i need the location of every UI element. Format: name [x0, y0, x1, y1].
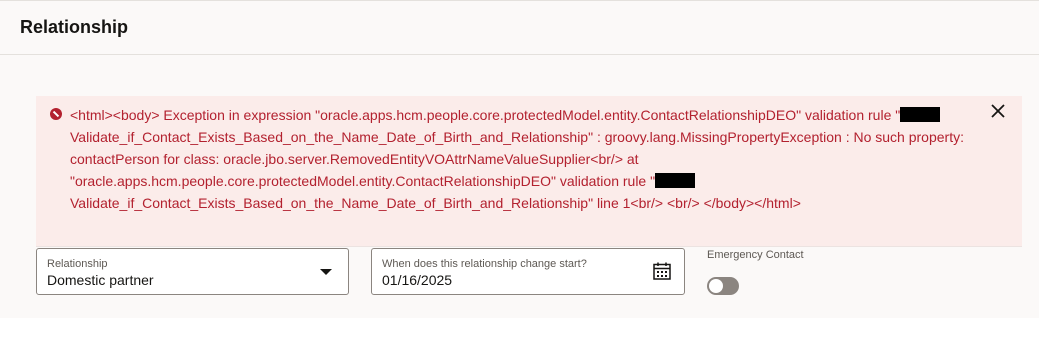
redaction-box	[655, 173, 696, 188]
toggle-knob	[709, 279, 723, 293]
emergency-contact-label: Emergency Contact	[707, 249, 804, 261]
error-message: <html><body> Exception in expression "or…	[70, 104, 970, 214]
page-header: Relationship	[0, 0, 1039, 55]
close-icon[interactable]	[989, 102, 1007, 120]
change-start-value: 01/16/2025	[382, 272, 453, 288]
change-start-label: When does this relationship change start…	[382, 258, 587, 270]
error-message-part-3: Validate_if_Contact_Exists_Based_on_the_…	[70, 195, 801, 211]
page-title: Relationship	[20, 17, 129, 37]
error-message-part-1: <html><body> Exception in expression "or…	[70, 107, 901, 123]
redaction-box	[900, 107, 941, 122]
calendar-icon[interactable]	[652, 261, 672, 281]
chevron-down-icon[interactable]	[320, 269, 332, 275]
change-start-date-field[interactable]: When does this relationship change start…	[371, 248, 685, 295]
emergency-contact-toggle[interactable]	[707, 277, 739, 295]
relationship-label: Relationship	[47, 258, 108, 270]
relationship-value: Domestic partner	[47, 272, 154, 288]
error-message-part-2: Validate_if_Contact_Exists_Based_on_the_…	[70, 129, 964, 189]
relationship-select[interactable]: Relationship Domestic partner	[36, 248, 349, 295]
error-circle-icon	[50, 108, 62, 120]
error-banner: <html><body> Exception in expression "or…	[36, 96, 1022, 247]
